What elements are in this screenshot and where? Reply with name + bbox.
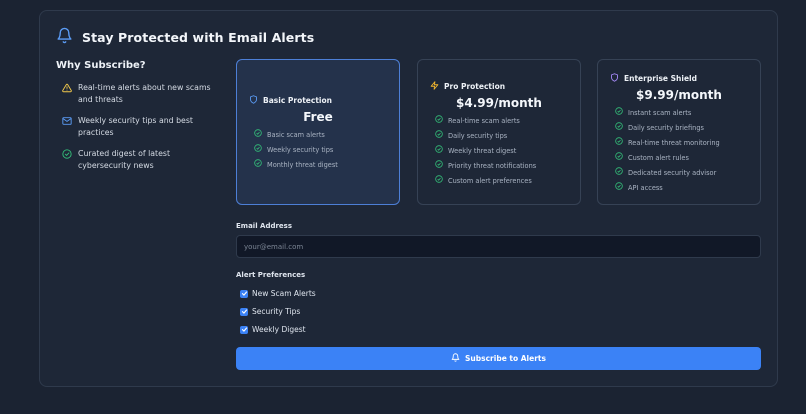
- check-circle-icon: [615, 137, 623, 148]
- feature-item: Dedicated security advisor: [610, 167, 748, 178]
- why-item: Real-time alerts about new scams and thr…: [56, 82, 216, 106]
- email-label: Email Address: [236, 222, 293, 230]
- check-circle-icon: [254, 159, 262, 170]
- why-item-text: Weekly security tips and best practices: [78, 116, 193, 137]
- feature-item: Monthly threat digest: [249, 159, 387, 170]
- feature-list: Instant scam alerts Daily security brief…: [610, 107, 748, 193]
- subscribe-button-label: Subscribe to Alerts: [465, 354, 546, 363]
- feature-list: Real-time scam alerts Daily security tip…: [430, 115, 568, 186]
- page-title: Stay Protected with Email Alerts: [82, 30, 315, 45]
- feature-item: API access: [610, 182, 748, 193]
- plan-name: Pro Protection: [430, 81, 568, 92]
- warning-icon: [62, 82, 72, 97]
- pref-weekly-digest[interactable]: Weekly Digest: [236, 325, 306, 334]
- bell-icon: [56, 27, 73, 48]
- feature-item: Daily security briefings: [610, 122, 748, 133]
- feature-item: Real-time threat monitoring: [610, 137, 748, 148]
- check-circle-icon: [435, 175, 443, 186]
- check-circle-icon: [254, 129, 262, 140]
- mail-icon: [62, 115, 72, 130]
- pref-new-scam-alerts[interactable]: New Scam Alerts: [236, 289, 316, 298]
- feature-item: Basic scam alerts: [249, 129, 387, 140]
- feature-list: Basic scam alerts Weekly security tips M…: [249, 129, 387, 170]
- plan-price: $9.99/month: [636, 88, 722, 102]
- check-circle-icon: [62, 148, 72, 163]
- check-circle-icon: [615, 182, 623, 193]
- shield-icon: [610, 73, 624, 84]
- check-circle-icon: [615, 167, 623, 178]
- check-circle-icon: [435, 160, 443, 171]
- subscription-card: Stay Protected with Email Alerts Why Sub…: [39, 10, 778, 387]
- checkbox-checked[interactable]: [240, 307, 248, 316]
- feature-item: Custom alert preferences: [430, 175, 568, 186]
- plan-card-pro[interactable]: Pro Protection $4.99/month Real-time sca…: [417, 59, 581, 205]
- pref-label: New Scam Alerts: [252, 289, 316, 298]
- check-circle-icon: [615, 122, 623, 133]
- plan-price: Free: [303, 110, 333, 124]
- check-circle-icon: [254, 144, 262, 155]
- plan-card-enterprise[interactable]: Enterprise Shield $9.99/month Instant sc…: [597, 59, 761, 205]
- check-circle-icon: [435, 145, 443, 156]
- feature-item: Real-time scam alerts: [430, 115, 568, 126]
- why-subscribe-section: Why Subscribe? Real-time alerts about ne…: [56, 60, 216, 181]
- why-subscribe-heading: Why Subscribe?: [56, 60, 146, 71]
- plan-name: Enterprise Shield: [610, 73, 748, 84]
- lightning-icon: [430, 81, 444, 92]
- feature-item: Instant scam alerts: [610, 107, 748, 118]
- feature-item: Custom alert rules: [610, 152, 748, 163]
- why-item-text: Real-time alerts about new scams and thr…: [78, 83, 211, 104]
- pref-security-tips[interactable]: Security Tips: [236, 307, 300, 316]
- pref-label: Security Tips: [252, 307, 301, 316]
- why-item: Weekly security tips and best practices: [56, 115, 216, 139]
- feature-item: Weekly threat digest: [430, 145, 568, 156]
- plan-price: $4.99/month: [456, 96, 542, 110]
- shield-icon: [249, 95, 263, 106]
- check-circle-icon: [615, 152, 623, 163]
- pref-label: Weekly Digest: [252, 325, 306, 334]
- why-item: Curated digest of latest cybersecurity n…: [56, 148, 216, 172]
- alert-preferences-label: Alert Preferences: [236, 271, 306, 279]
- card-header: Stay Protected with Email Alerts: [56, 27, 314, 48]
- plan-card-basic[interactable]: Basic Protection Free Basic scam alerts …: [236, 59, 400, 205]
- check-circle-icon: [435, 130, 443, 141]
- check-circle-icon: [615, 107, 623, 118]
- bell-icon: [451, 353, 465, 364]
- checkbox-checked[interactable]: [240, 325, 248, 334]
- why-item-text: Curated digest of latest cybersecurity n…: [78, 149, 171, 170]
- feature-item: Weekly security tips: [249, 144, 387, 155]
- plan-name: Basic Protection: [249, 95, 387, 106]
- email-input[interactable]: [236, 235, 761, 258]
- feature-item: Priority threat notifications: [430, 160, 568, 171]
- check-circle-icon: [435, 115, 443, 126]
- checkbox-checked[interactable]: [240, 289, 248, 298]
- subscribe-button[interactable]: Subscribe to Alerts: [236, 347, 761, 370]
- feature-item: Daily security tips: [430, 130, 568, 141]
